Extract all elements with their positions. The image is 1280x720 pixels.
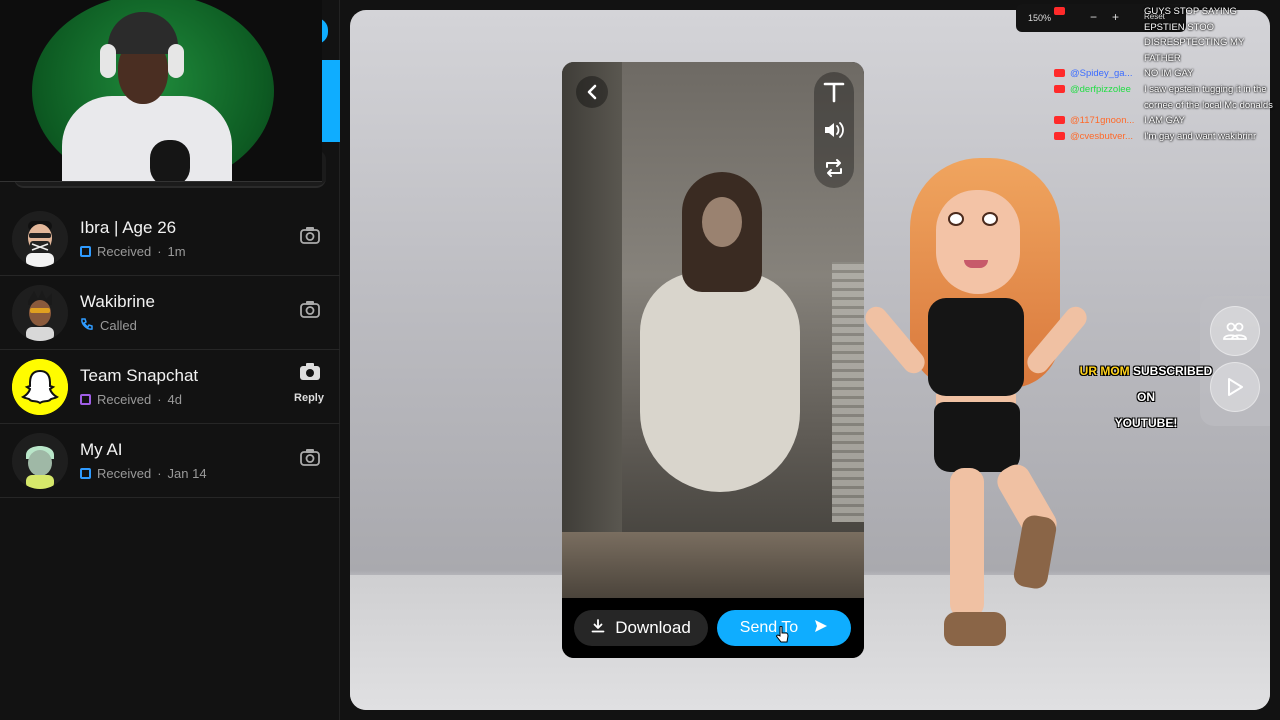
- reply-label[interactable]: Reply: [294, 392, 324, 404]
- chat-message: GUYS STOP SAYING EPSTIEN STOO DISRESPTEC…: [1054, 4, 1280, 66]
- bitmoji-character: [860, 150, 1100, 650]
- sound-icon[interactable]: [820, 116, 848, 144]
- app-root: Ibra | Age 26 Received · 1m Wakibrine Ca…: [0, 0, 1280, 720]
- download-label: Download: [615, 618, 691, 637]
- chat-status-text: Received: [97, 392, 152, 407]
- call-icon: [80, 317, 94, 334]
- received-chat-icon: [80, 246, 91, 257]
- youtube-icon: [1054, 85, 1065, 93]
- play-icon[interactable]: [1210, 362, 1260, 412]
- alert-text: SUBSCRIBED ON: [1129, 364, 1213, 404]
- zoom-level: 150%: [1028, 13, 1052, 23]
- youtube-icon: [1054, 7, 1065, 15]
- streamer-webcam: [0, 0, 322, 182]
- youtube-icon: [1054, 116, 1065, 124]
- chat-time: 1m: [167, 244, 186, 259]
- received-snap-icon: [80, 394, 91, 405]
- send-arrow-icon: [814, 619, 828, 638]
- loop-icon[interactable]: [820, 154, 848, 182]
- friends-icon[interactable]: [1210, 306, 1260, 356]
- chat-row-wakibrine[interactable]: Wakibrine Called: [0, 276, 340, 350]
- chat-status-text: Called: [100, 318, 137, 333]
- snap-actions: Download Send To: [562, 598, 864, 658]
- avatar-wakibrine: [12, 284, 68, 341]
- camera-reply-icon[interactable]: [300, 362, 320, 382]
- youtube-icon: [1054, 132, 1065, 140]
- snap-preview: Download Send To: [562, 62, 864, 658]
- avatar-ibra: [12, 210, 68, 267]
- back-chevron-icon[interactable]: [576, 76, 608, 108]
- alert-username: UR MOM: [1079, 364, 1130, 378]
- chat-time: Jan 14: [167, 466, 207, 481]
- chat-status-text: Received: [97, 244, 152, 259]
- camera-reply-icon[interactable]: [300, 226, 320, 246]
- chat-message: @Spidey_ga... NO IM GAY: [1054, 66, 1280, 82]
- chat-row-my-ai[interactable]: My AI Received · Jan 14: [0, 424, 340, 498]
- avatar-my-ai: [12, 432, 68, 489]
- download-icon: [591, 618, 605, 638]
- chat-message: @derfpizzolee I saw epstein tugging it i…: [1054, 82, 1280, 113]
- chat-list: Ibra | Age 26 Received · 1m Wakibrine Ca…: [0, 202, 340, 498]
- chat-row-ibra[interactable]: Ibra | Age 26 Received · 1m: [0, 202, 340, 276]
- snap-tools-panel: [814, 72, 854, 188]
- camera-panel-edge[interactable]: [322, 60, 340, 142]
- chat-message: @cvesbutver... I'm gay and want wakibrin…: [1054, 129, 1280, 145]
- microphone-icon: [150, 140, 190, 181]
- subscribe-alert: UR MOM SUBSCRIBED ON YOUTUBE!: [1076, 358, 1216, 436]
- avatar-team-snapchat: [12, 358, 68, 415]
- stream-chat: GUYS STOP SAYING EPSTIEN STOO DISRESPTEC…: [1054, 4, 1280, 145]
- headphone-icon: [168, 44, 184, 78]
- streamer-jacket: [62, 96, 232, 181]
- download-button[interactable]: Download: [574, 610, 708, 646]
- chat-message: @1171gnoon... I AM GAY: [1054, 113, 1280, 129]
- chat-time: 4d: [167, 392, 183, 407]
- mouse-cursor-icon: [776, 625, 790, 649]
- chat-row-team-snapchat[interactable]: Team Snapchat Received · 4d Reply: [0, 350, 340, 424]
- alert-text-line2: YOUTUBE!: [1114, 416, 1178, 430]
- received-chat-icon: [80, 468, 91, 479]
- headphone-icon: [100, 44, 116, 78]
- text-tool-icon[interactable]: [820, 78, 848, 106]
- camera-reply-icon[interactable]: [300, 448, 320, 468]
- chat-status-text: Received: [97, 466, 152, 481]
- youtube-icon: [1054, 69, 1065, 77]
- camera-reply-icon[interactable]: [300, 300, 320, 320]
